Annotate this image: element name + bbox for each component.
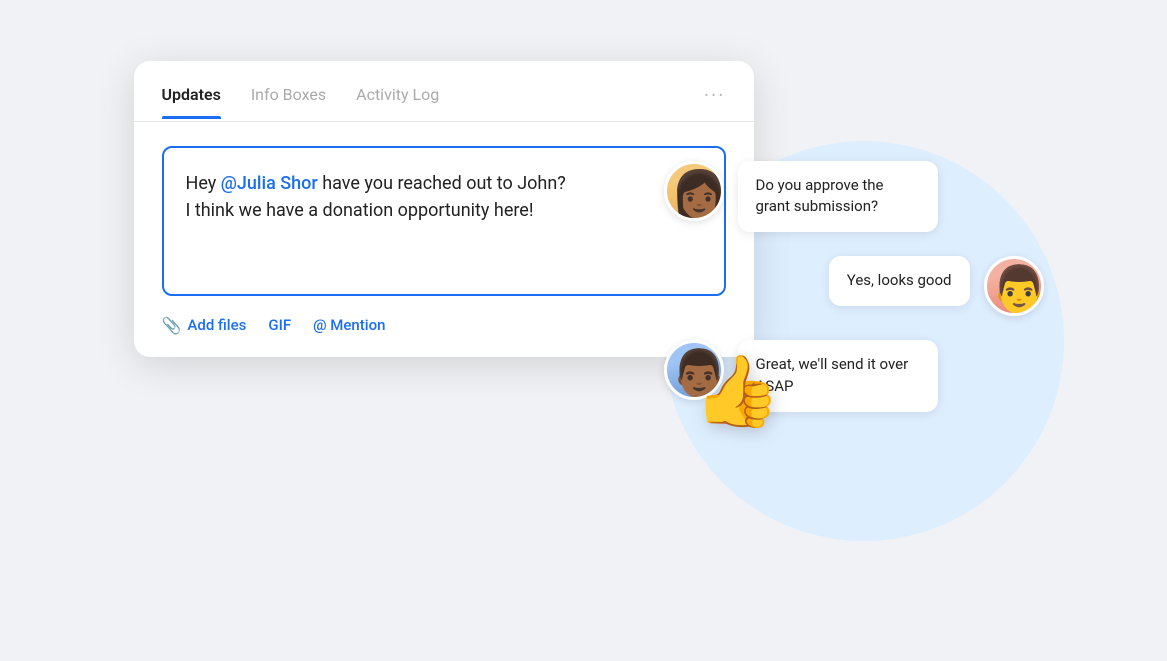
main-card: Updates Info Boxes Activity Log ··· Hey …: [134, 61, 754, 357]
mention-label: @ Mention: [313, 316, 385, 334]
paperclip-icon: 📎: [162, 316, 182, 335]
message-prefix: Hey: [186, 173, 221, 194]
mention-tag[interactable]: @Julia Shor: [221, 173, 318, 194]
add-files-button[interactable]: 📎 Add files: [162, 316, 247, 335]
mention-button[interactable]: @ Mention: [313, 316, 385, 334]
tab-info-boxes[interactable]: Info Boxes: [251, 85, 326, 118]
gif-button[interactable]: GIF: [268, 316, 291, 334]
add-files-label: Add files: [187, 316, 246, 334]
scene: Updates Info Boxes Activity Log ··· Hey …: [134, 41, 1034, 621]
thumbs-up-icon: 👍: [694, 351, 781, 433]
avatar-1: [664, 161, 724, 221]
gif-label: GIF: [268, 316, 291, 334]
card-body: Hey @Julia Shor have you reached out to …: [134, 122, 754, 357]
message-suffix-line1: have you reached out to John?: [318, 173, 566, 194]
chat-bubble-2: Yes, looks good: [829, 256, 970, 306]
avatar-2: [984, 256, 1044, 316]
tab-updates[interactable]: Updates: [162, 85, 221, 118]
message-textbox[interactable]: Hey @Julia Shor have you reached out to …: [162, 146, 726, 296]
chat-row-2: Yes, looks good: [664, 256, 1044, 316]
message-toolbar: 📎 Add files GIF @ Mention: [162, 314, 726, 337]
chat-row-1: Do you approve the grant submission?: [664, 161, 1044, 233]
message-line2: I think we have a donation opportunity h…: [186, 200, 534, 221]
chat-bubble-1: Do you approve the grant submission?: [738, 161, 938, 233]
tab-activity-log[interactable]: Activity Log: [356, 85, 439, 118]
tabs-bar: Updates Info Boxes Activity Log ···: [134, 61, 754, 122]
tabs-more-button[interactable]: ···: [704, 83, 726, 121]
